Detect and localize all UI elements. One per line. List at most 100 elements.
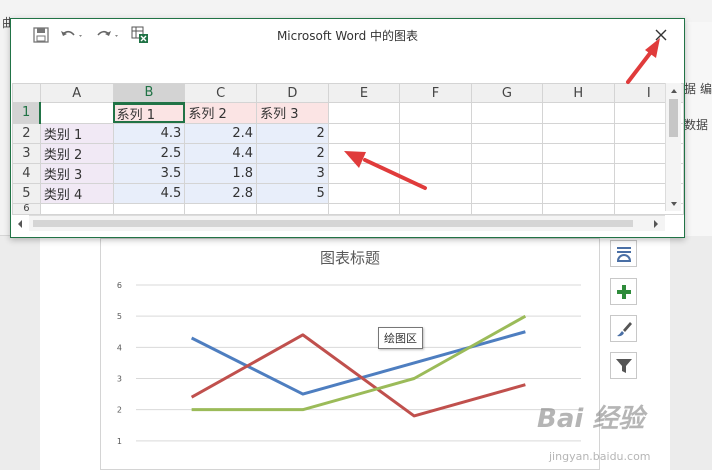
y-tick-label: 5 bbox=[117, 312, 122, 321]
series-line-1[interactable] bbox=[190, 330, 526, 396]
plot-area[interactable]: 1 2 3 4 5 6 bbox=[101, 239, 601, 471]
horizontal-scroll-thumb[interactable] bbox=[33, 220, 633, 227]
cell[interactable] bbox=[542, 142, 615, 164]
dialog-spacer bbox=[11, 51, 684, 83]
column-header[interactable]: C bbox=[184, 83, 258, 103]
column-header[interactable]: D bbox=[256, 83, 329, 103]
column-header-row: A B C D E F G H I bbox=[12, 83, 685, 104]
cell[interactable] bbox=[470, 162, 544, 184]
ribbon-fragment: 编 bbox=[700, 82, 712, 96]
cell[interactable] bbox=[399, 202, 472, 215]
cell[interactable] bbox=[112, 202, 186, 215]
chart-layout-button[interactable] bbox=[610, 240, 637, 267]
cell[interactable] bbox=[470, 202, 544, 215]
cell[interactable] bbox=[399, 102, 472, 124]
cell[interactable] bbox=[399, 142, 472, 164]
watermark-main: Bai 经验 bbox=[537, 404, 645, 434]
scroll-left-icon[interactable] bbox=[13, 217, 27, 231]
cell[interactable] bbox=[184, 202, 258, 215]
cell-category[interactable]: 类别 1 bbox=[39, 122, 114, 144]
row-header[interactable]: 6 bbox=[12, 202, 41, 215]
watermark-sub: jingyan.baidu.com bbox=[549, 450, 651, 463]
y-tick-label: 1 bbox=[117, 437, 122, 446]
chart-area[interactable]: 1 2 3 4 5 6 图表标题 绘图区 bbox=[100, 238, 600, 470]
chart-data-dialog[interactable]: Microsoft Word 中的图表 A B C D E F G H I 1 bbox=[10, 18, 685, 238]
row-header[interactable]: 1 bbox=[12, 102, 42, 124]
cell[interactable] bbox=[542, 122, 615, 144]
cell-value[interactable]: 4.4 bbox=[184, 142, 258, 164]
column-header[interactable]: E bbox=[327, 83, 401, 103]
cell-value[interactable]: 5 bbox=[256, 182, 329, 204]
cell-value[interactable]: 2.5 bbox=[112, 142, 186, 164]
chart-styles-button[interactable] bbox=[610, 315, 637, 342]
cell-value[interactable]: 2 bbox=[256, 122, 329, 144]
cell-series-header[interactable]: 系列 3 bbox=[256, 102, 329, 124]
cell-value[interactable]: 3 bbox=[256, 162, 329, 184]
row-header[interactable]: 3 bbox=[12, 142, 41, 164]
horizontal-scrollbar[interactable] bbox=[29, 215, 665, 231]
select-all-corner[interactable] bbox=[12, 83, 41, 103]
vertical-scrollbar[interactable] bbox=[665, 83, 681, 211]
cell-category[interactable]: 类别 4 bbox=[39, 182, 114, 204]
cell-value[interactable]: 3.5 bbox=[112, 162, 186, 184]
column-header[interactable]: B bbox=[112, 83, 186, 104]
baidu-watermark: Bai 经验 jingyan.baidu.com bbox=[537, 398, 707, 468]
cell[interactable] bbox=[39, 102, 114, 124]
row-header[interactable]: 2 bbox=[12, 122, 41, 144]
cell[interactable] bbox=[39, 202, 114, 215]
cell-value[interactable]: 2 bbox=[256, 142, 329, 164]
cell[interactable] bbox=[470, 122, 544, 144]
column-header[interactable]: A bbox=[39, 83, 114, 103]
vertical-scroll-thumb[interactable] bbox=[669, 99, 678, 137]
cell[interactable] bbox=[327, 122, 401, 144]
spreadsheet-grid[interactable]: A B C D E F G H I 1 系列 1 系列 2 系列 3 2 类别 … bbox=[12, 83, 685, 215]
cell-series-header[interactable]: 系列 2 bbox=[184, 102, 258, 124]
cell[interactable] bbox=[470, 142, 544, 164]
cell[interactable] bbox=[399, 122, 472, 144]
cell-value[interactable]: 1.8 bbox=[184, 162, 258, 184]
chart-title[interactable]: 图表标题 bbox=[101, 247, 599, 268]
chart-filters-button[interactable] bbox=[610, 352, 637, 379]
close-button[interactable] bbox=[649, 25, 673, 45]
column-header[interactable]: G bbox=[470, 83, 544, 103]
table-row: 1 系列 1 系列 2 系列 3 bbox=[12, 102, 685, 124]
cell[interactable] bbox=[327, 202, 401, 215]
scroll-right-icon[interactable] bbox=[649, 217, 663, 231]
column-header[interactable]: F bbox=[399, 83, 472, 103]
table-row: 4 类别 3 3.5 1.8 3 bbox=[12, 162, 685, 184]
cell-category[interactable]: 类别 3 bbox=[39, 162, 114, 184]
cell[interactable] bbox=[256, 202, 329, 215]
cell[interactable] bbox=[470, 182, 544, 204]
cell[interactable] bbox=[542, 102, 615, 124]
column-header[interactable]: H bbox=[542, 83, 615, 103]
scroll-up-icon[interactable] bbox=[666, 84, 682, 98]
cell[interactable] bbox=[327, 182, 401, 204]
cell-series-header[interactable]: 系列 1 bbox=[112, 102, 186, 124]
row-header[interactable]: 5 bbox=[12, 182, 41, 204]
cell[interactable] bbox=[327, 102, 401, 124]
cell-value[interactable]: 4.3 bbox=[112, 122, 186, 144]
scroll-down-icon[interactable] bbox=[666, 197, 682, 211]
cell[interactable] bbox=[542, 202, 615, 215]
cell-category[interactable]: 类别 2 bbox=[39, 142, 114, 164]
cell[interactable] bbox=[327, 142, 401, 164]
add-element-icon bbox=[616, 284, 631, 299]
cell[interactable] bbox=[542, 182, 615, 204]
cell-value[interactable]: 2.8 bbox=[184, 182, 258, 204]
chart-filter-icon bbox=[615, 358, 632, 373]
chart-elements-button[interactable] bbox=[610, 278, 637, 305]
cell[interactable] bbox=[470, 102, 544, 124]
cell-value[interactable]: 4.5 bbox=[112, 182, 186, 204]
row-header[interactable]: 4 bbox=[12, 162, 41, 184]
cell[interactable] bbox=[327, 162, 401, 184]
cell-value[interactable]: 2.4 bbox=[184, 122, 258, 144]
cell[interactable] bbox=[399, 182, 472, 204]
y-tick-label: 2 bbox=[117, 406, 122, 415]
dialog-title: Microsoft Word 中的图表 bbox=[276, 29, 419, 43]
cell[interactable] bbox=[399, 162, 472, 184]
y-tick-label: 6 bbox=[117, 281, 122, 290]
cell[interactable] bbox=[542, 162, 615, 184]
y-tick-label: 4 bbox=[117, 343, 122, 352]
dialog-titlebar[interactable]: Microsoft Word 中的图表 bbox=[11, 19, 684, 51]
table-row: 6 bbox=[12, 202, 685, 215]
